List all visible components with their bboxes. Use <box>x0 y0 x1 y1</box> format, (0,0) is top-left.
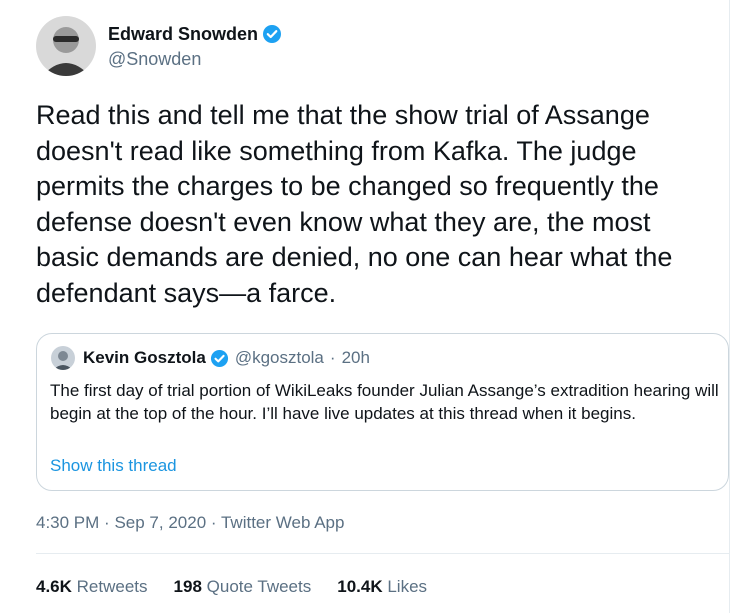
show-thread-link[interactable]: Show this thread <box>50 456 177 476</box>
tweet-time[interactable]: 4:30 PM <box>36 513 99 532</box>
retweets-label: Retweets <box>76 577 148 596</box>
quoted-time: 20h <box>341 348 370 367</box>
tweet-meta: 4:30 PM · Sep 7, 2020 · Twitter Web App <box>36 513 344 533</box>
author-name[interactable]: Edward Snowden <box>108 23 258 45</box>
retweets-stat[interactable]: 4.6K Retweets <box>36 577 148 597</box>
author-handle[interactable]: @Snowden <box>108 48 282 70</box>
quote-tweets-stat[interactable]: 198 Quote Tweets <box>174 577 312 597</box>
divider <box>36 553 730 554</box>
tweet-header: Edward Snowden @Snowden <box>36 14 282 78</box>
meta-separator: · <box>210 513 217 532</box>
tweet-stats: 4.6K Retweets 198 Quote Tweets 10.4K Lik… <box>36 577 453 597</box>
tweet-text: Read this and tell me that the show tria… <box>36 100 673 308</box>
likes-count: 10.4K <box>337 577 383 596</box>
retweets-count: 4.6K <box>36 577 72 596</box>
quoted-author-handle: @kgosztola <box>234 348 324 367</box>
quoted-tweet[interactable]: Kevin Gosztola @kgosztola · 20h The firs… <box>36 333 729 491</box>
likes-stat[interactable]: 10.4K Likes <box>337 577 427 597</box>
quoted-separator: · <box>329 348 336 367</box>
quote-tweets-count: 198 <box>173 577 202 596</box>
quoted-text: The first day of trial portion of WikiLe… <box>50 381 719 423</box>
quoted-verified-badge-icon <box>210 349 229 368</box>
quoted-author-name: Kevin Gosztola <box>83 348 206 367</box>
quote-tweets-label: Quote Tweets <box>206 577 312 596</box>
tweet-date[interactable]: Sep 7, 2020 <box>114 513 206 532</box>
likes-label: Likes <box>387 577 428 596</box>
verified-badge-icon <box>262 24 282 44</box>
tweet-source[interactable]: Twitter Web App <box>221 513 344 532</box>
meta-separator: · <box>104 513 110 532</box>
quoted-avatar <box>51 346 75 370</box>
author-avatar[interactable] <box>36 16 96 76</box>
